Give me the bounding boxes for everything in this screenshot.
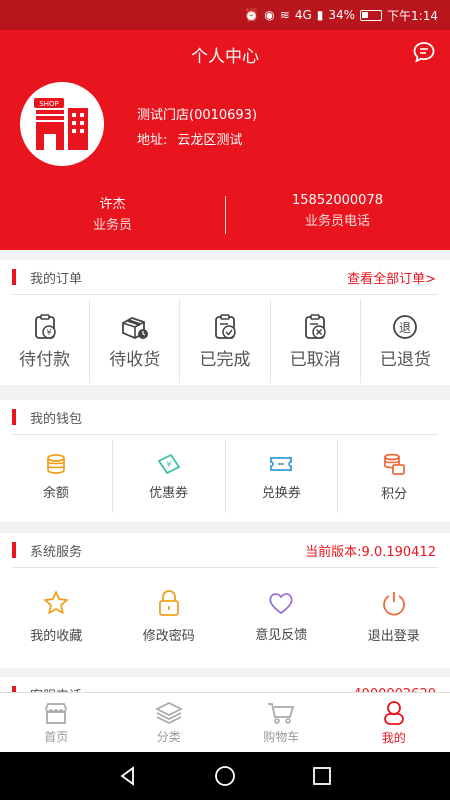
section-marker — [12, 409, 16, 425]
eye-icon: ◉ — [264, 8, 275, 22]
address-value: 云龙区测试 — [177, 133, 243, 148]
services-title: 系统服务 — [30, 544, 83, 560]
salesperson-info: 许杰 业务员 — [0, 193, 225, 233]
home-icon — [45, 702, 68, 724]
profile-header: 个人中心 SHOP 测试门店(0010693) 地址: 云龙区测试 许杰 业务员 — [0, 30, 450, 250]
clock: 下午1:14 — [387, 8, 438, 23]
salesperson-phone[interactable]: 15852000078 — [225, 193, 450, 208]
view-all-orders-link[interactable]: 查看全部订单> — [347, 268, 436, 287]
cancelled-icon — [305, 313, 326, 339]
order-status-label: 待收货 — [109, 349, 161, 370]
service-label: 我的收藏 — [30, 628, 83, 644]
star-icon — [44, 590, 69, 614]
system-nav-bar — [0, 752, 450, 800]
order-status-label: 已取消 — [289, 349, 341, 370]
wallet-label: 积分 — [381, 486, 408, 502]
section-marker — [12, 269, 16, 285]
heart-icon — [269, 592, 293, 614]
order-status-completed[interactable]: 已完成 — [180, 299, 271, 383]
order-status-pending-payment[interactable]: ¥ 待付款 — [0, 299, 91, 383]
salesperson-phone-info[interactable]: 15852000078 业务员电话 — [225, 193, 450, 229]
order-status-pending-delivery[interactable]: 待收货 — [90, 299, 181, 383]
tab-label: 分类 — [156, 729, 181, 744]
tab-profile[interactable]: 我的 — [338, 693, 450, 752]
store-name: 测试门店(0010693) — [137, 108, 258, 123]
battery-percent: 34% — [328, 8, 356, 22]
address-label: 地址: — [137, 133, 168, 148]
shop-logo-text: SHOP — [39, 100, 58, 108]
orders-section: 我的订单 查看全部订单> ¥ 待付款 待收货 已完成 已取消 退 已退货 — [0, 260, 450, 385]
refund-icon: 退 — [393, 314, 418, 339]
pending-payment-icon: ¥ — [34, 313, 56, 339]
salesperson-name: 许杰 — [99, 197, 126, 212]
alarm-icon: ⏰ — [244, 8, 260, 22]
order-status-label: 已完成 — [199, 349, 251, 370]
completed-icon — [215, 313, 236, 339]
avatar[interactable]: SHOP — [20, 82, 104, 166]
salesperson-label: 业务员 — [92, 218, 132, 233]
app-version: 当前版本:9.0.190412 — [305, 544, 436, 560]
status-bar: ⏰ ◉ ≋ 4G ▮ 34% 下午1:14 — [0, 0, 450, 30]
service-label: 退出登录 — [367, 628, 420, 644]
wallet-points[interactable]: 积分 — [338, 439, 450, 513]
battery-icon — [360, 9, 383, 21]
wallet-title: 我的钱包 — [30, 411, 83, 427]
shop-icon: SHOP — [34, 98, 88, 150]
signal-icon: ▮ — [316, 8, 324, 22]
svg-text:退: 退 — [399, 321, 411, 335]
svg-text:¥: ¥ — [46, 328, 51, 337]
orders-title: 我的订单 — [30, 271, 83, 287]
user-icon — [383, 700, 404, 725]
section-marker — [12, 542, 16, 558]
wallet-coupons[interactable]: ¥ 优惠券 — [113, 439, 226, 513]
tab-category[interactable]: 分类 — [113, 693, 226, 752]
tab-label: 首页 — [44, 729, 69, 744]
recents-icon[interactable] — [311, 765, 333, 787]
service-logout[interactable]: 退出登录 — [338, 568, 450, 664]
store-address: 地址: 云龙区测试 — [137, 129, 252, 148]
lock-icon — [158, 589, 179, 616]
wallet-balance[interactable]: 余额 — [0, 439, 113, 513]
order-status-label: 待付款 — [19, 349, 71, 370]
coupon-icon: ¥ — [157, 453, 180, 474]
home-circle-icon[interactable] — [214, 765, 236, 787]
tab-cart[interactable]: 购物车 — [225, 693, 338, 752]
tab-label: 我的 — [381, 730, 406, 745]
wallet-label: 余额 — [42, 485, 69, 501]
service-favorites[interactable]: 我的收藏 — [0, 568, 113, 664]
wifi-icon: ≋ — [279, 8, 290, 22]
tab-home[interactable]: 首页 — [0, 693, 113, 752]
page-title: 个人中心 — [191, 47, 259, 67]
coins-icon — [46, 453, 65, 474]
ticket-icon — [270, 456, 293, 471]
cart-icon — [268, 702, 295, 724]
svg-text:¥: ¥ — [166, 460, 171, 469]
service-label: 修改密码 — [142, 628, 195, 644]
wallet-vouchers[interactable]: 兑换券 — [226, 439, 339, 513]
services-section: 系统服务 当前版本:9.0.190412 我的收藏 修改密码 意见反馈 退出登录 — [0, 533, 450, 668]
order-status-returned[interactable]: 退 已退货 — [361, 299, 450, 383]
service-feedback[interactable]: 意见反馈 — [225, 568, 338, 664]
wallet-section: 我的钱包 余额 ¥ 优惠券 兑换券 积分 — [0, 400, 450, 522]
tab-label: 购物车 — [263, 729, 300, 744]
delivery-truck-icon — [121, 316, 148, 339]
layers-icon — [154, 701, 183, 724]
salesperson-phone-label: 业务员电话 — [304, 214, 370, 229]
service-label: 意见反馈 — [255, 627, 308, 643]
order-status-label: 已退货 — [379, 349, 431, 370]
wallet-label: 优惠券 — [149, 485, 189, 501]
service-change-password[interactable]: 修改密码 — [113, 568, 226, 664]
message-icon[interactable] — [412, 40, 436, 64]
bottom-tab-bar: 首页 分类 购物车 我的 — [0, 692, 450, 752]
network-label: 4G — [294, 8, 312, 22]
order-status-cancelled[interactable]: 已取消 — [271, 299, 361, 383]
wallet-label: 兑换券 — [261, 485, 301, 501]
power-icon — [382, 591, 405, 616]
points-icon — [384, 453, 406, 475]
back-icon[interactable] — [117, 765, 139, 787]
